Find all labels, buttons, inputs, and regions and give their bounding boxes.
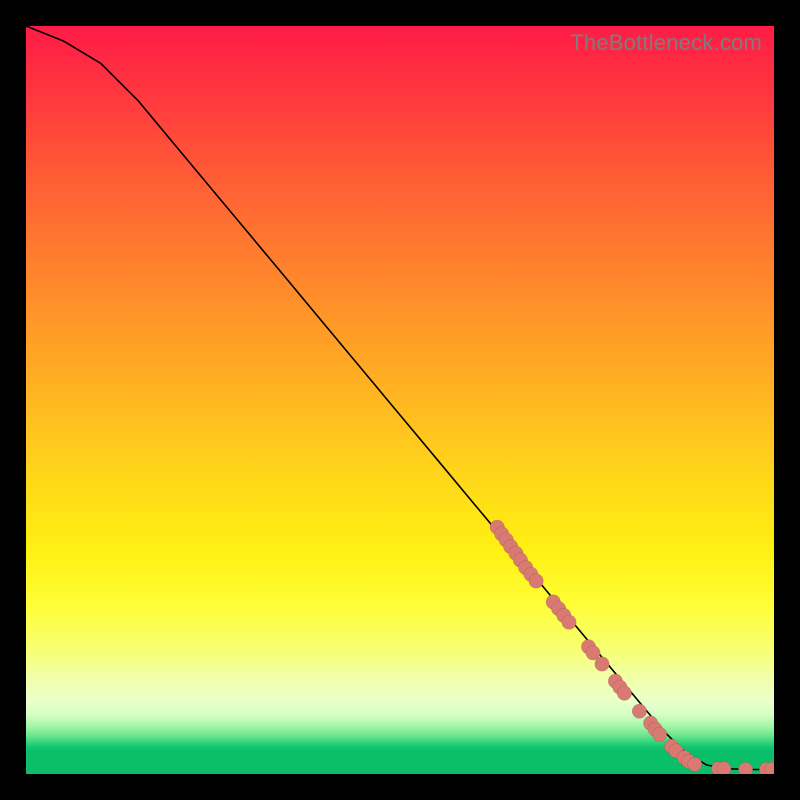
scatter-dot xyxy=(595,657,609,671)
watermark-text: TheBottleneck.com xyxy=(570,30,762,56)
scatter-dot xyxy=(688,757,702,771)
scatter-dot xyxy=(717,762,731,774)
scatter-dot xyxy=(617,686,631,700)
scatter-dot xyxy=(562,615,576,629)
scatter-dot xyxy=(632,704,646,718)
scatter-dot xyxy=(738,762,752,774)
scatter-dots xyxy=(490,520,774,774)
plot-area: TheBottleneck.com xyxy=(26,26,774,774)
scatter-dot xyxy=(529,574,543,588)
chart-svg xyxy=(26,26,774,774)
bottleneck-curve-line xyxy=(26,26,774,770)
chart-stage: TheBottleneck.com xyxy=(0,0,800,800)
scatter-dot xyxy=(652,727,666,741)
